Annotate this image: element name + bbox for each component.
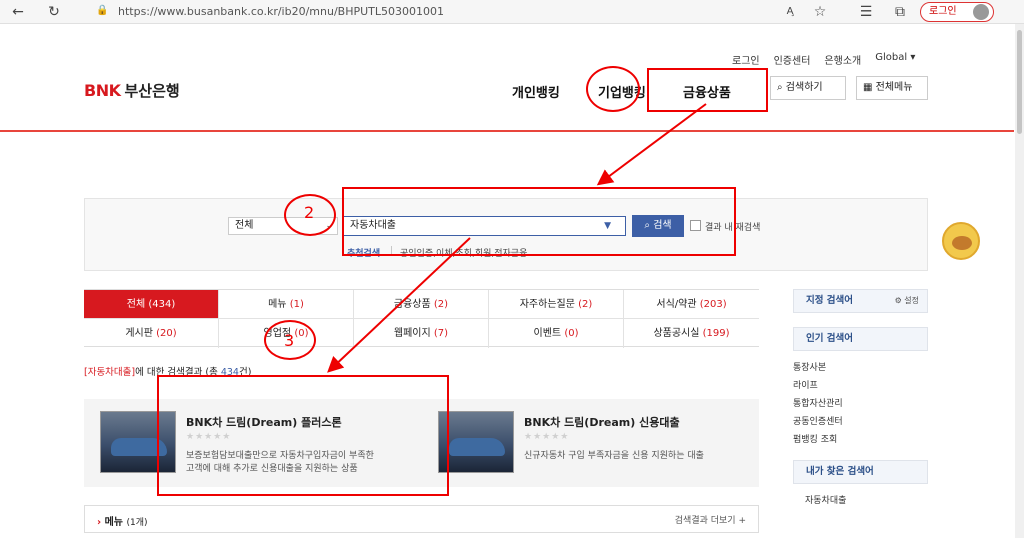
annotation-arrows: [327, 103, 707, 373]
arrow-search-to-product: [327, 237, 471, 373]
arrow-products-to-search: [596, 103, 707, 186]
